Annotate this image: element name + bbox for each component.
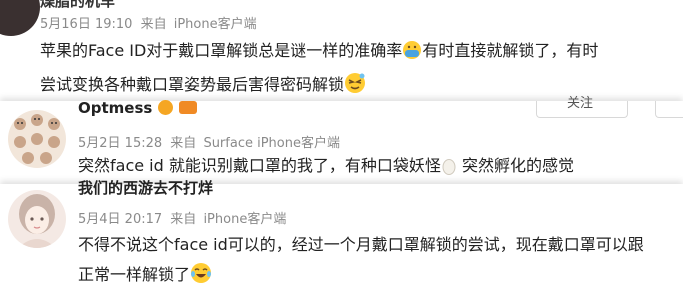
comment-via: 来自 (140, 17, 167, 32)
comment-date: 5月16日 19:10 (40, 17, 133, 32)
comment-meta: 5月16日 19:10 来自 iPhone客户端 (40, 13, 257, 32)
egg-emoji (441, 155, 457, 185)
top-right-button[interactable] (655, 101, 683, 118)
comment-client[interactable]: Surface iPhone客户端 (203, 136, 340, 151)
comment-1: 燥脂的机车 5月16日 19:10 来自 iPhone客户端 苹果的Face I… (0, 0, 683, 101)
commenter-name[interactable]: 燥脂的机车 (40, 0, 115, 11)
avatar-girl-icon (18, 194, 56, 248)
comment-via: 来自 (170, 212, 197, 227)
comment-text-line2: 正常一样解锁了 (78, 265, 191, 284)
comment-text: 不得不说这个face id可以的，经过一个月戴口罩解锁的尝试，现在戴口罩可以跟 … (78, 230, 678, 294)
comment-2: Optmess 关注 5月2日 15:28 来自 Surface iPhone客… (0, 96, 683, 185)
comment-text-line1: 苹果的Face ID对于戴口罩解锁总是谜一样的准确率 (40, 41, 403, 60)
tears-of-joy-emoji (190, 262, 212, 294)
comment-via: 来自 (170, 136, 197, 151)
mask-face-emoji (402, 40, 422, 70)
comment-date: 5月2日 15:28 (78, 136, 163, 151)
comment-meta: 5月4日 20:17 来自 iPhone客户端 (78, 208, 286, 227)
avatar[interactable] (0, 0, 40, 36)
comment-text-line2: 尝试变换各种戴口罩姿势最后害得密码解锁 (40, 75, 345, 94)
comment-text-line1b: 有时直接就解锁了，有时 (422, 41, 599, 60)
commenter-name[interactable]: Optmess (78, 99, 198, 117)
follow-button-label: 关注 (567, 96, 594, 111)
comment-meta: 5月2日 15:28 来自 Surface iPhone客户端 (78, 132, 340, 151)
commenter-name[interactable]: 我们的西游去不打烊 (78, 177, 213, 198)
verified-badge-icon (158, 100, 174, 115)
comment-text-a: 突然face id 就能识别戴口罩的我了，有种口袋妖怪 (78, 156, 441, 175)
comment-client[interactable]: iPhone客户端 (203, 212, 286, 227)
comment-date: 5月4日 20:17 (78, 212, 163, 227)
avatar-pattern-icon (14, 114, 60, 164)
comment-client[interactable]: iPhone客户端 (174, 17, 257, 32)
avatar[interactable] (8, 110, 66, 168)
comment-text-b: 突然孵化的感觉 (456, 156, 574, 175)
comment-3: 我们的西游去不打烊 5月4日 20:17 来自 iPhone客户端 不得不说这个… (0, 179, 683, 294)
commenter-name-text: Optmess (78, 99, 153, 117)
follow-button[interactable]: 关注 (536, 96, 628, 118)
squinting-face-emoji (344, 72, 366, 104)
member-badge-icon (179, 101, 198, 114)
comment-text-line1: 不得不说这个face id可以的，经过一个月戴口罩解锁的尝试，现在戴口罩可以跟 (78, 235, 644, 254)
avatar[interactable] (8, 190, 66, 248)
